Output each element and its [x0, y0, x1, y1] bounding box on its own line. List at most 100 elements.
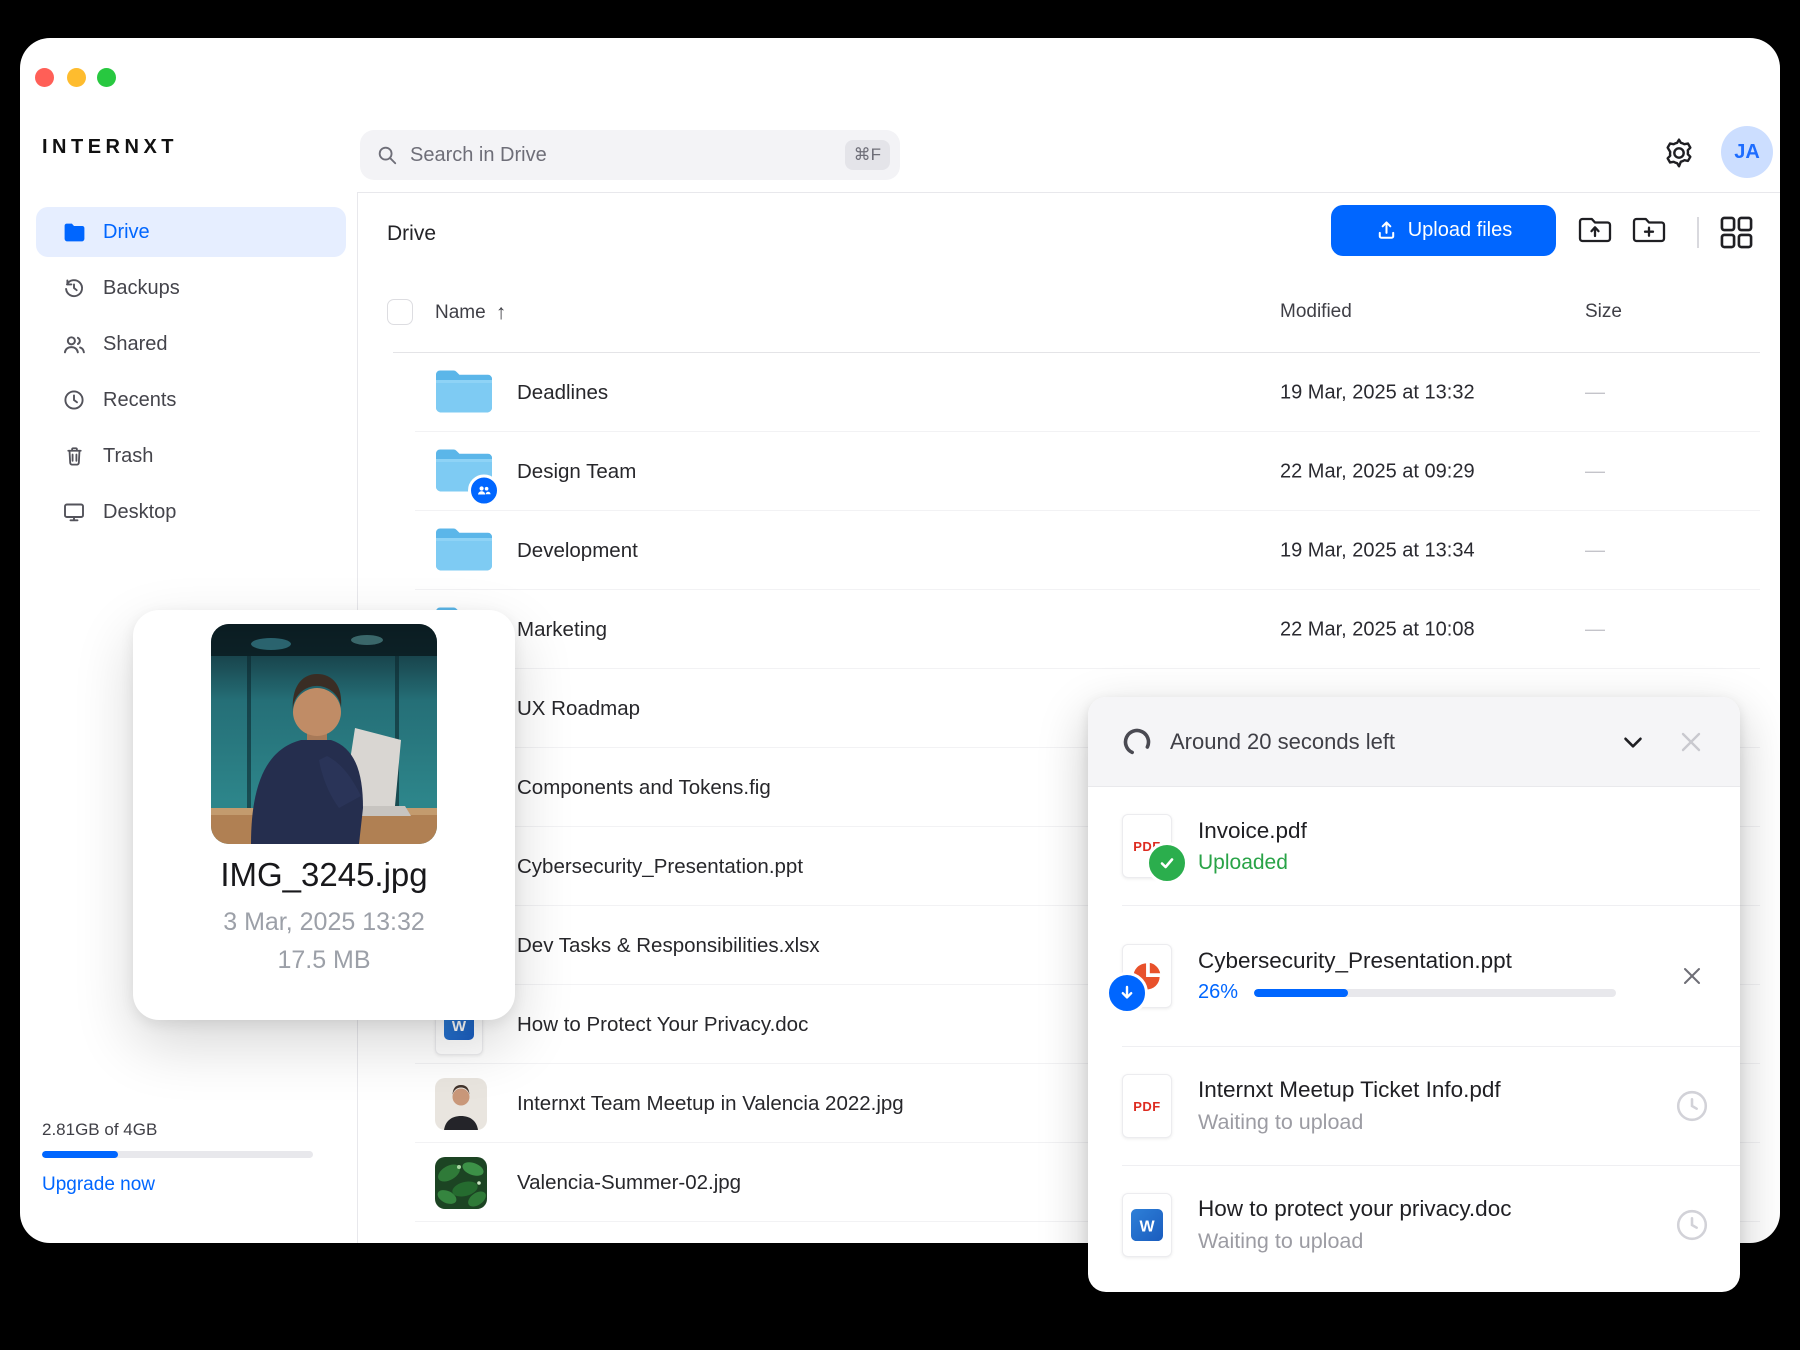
- svg-text:W: W: [1139, 1218, 1155, 1235]
- topbar-divider: [357, 192, 1780, 193]
- upload-item: W How to protect your privacy.doc Waitin…: [1088, 1166, 1740, 1284]
- table-row[interactable]: Deadlines 19 Mar, 2025 at 13:32 —: [393, 353, 1760, 432]
- upload-icon: [1375, 219, 1398, 242]
- grid-view-icon[interactable]: [1720, 216, 1756, 250]
- search-placeholder: Search in Drive: [410, 144, 845, 167]
- word-file-icon: W: [1122, 1193, 1172, 1257]
- file-size: —: [1585, 460, 1605, 483]
- upload-item-name: Cybersecurity_Presentation.ppt: [1198, 948, 1648, 974]
- uploading-arrow-icon: [1106, 972, 1148, 1014]
- file-name: Dev Tasks & Responsibilities.xlsx: [517, 934, 820, 958]
- file-preview-card: IMG_3245.jpg 3 Mar, 2025 13:32 17.5 MB: [133, 610, 515, 1020]
- upload-item-status: Uploaded: [1198, 851, 1710, 875]
- upload-item-name: Invoice.pdf: [1198, 818, 1710, 844]
- table-row[interactable]: Development 19 Mar, 2025 at 13:34 —: [393, 511, 1760, 590]
- minimize-window-button[interactable]: [67, 68, 86, 87]
- sidebar-item-trash[interactable]: Trash: [36, 431, 346, 481]
- internxt-logo: INTERNXT: [42, 136, 178, 159]
- file-name: Valencia-Summer-02.jpg: [517, 1171, 741, 1195]
- collapse-panel-chevron-icon[interactable]: [1614, 723, 1652, 761]
- upload-files-button[interactable]: Upload files: [1331, 205, 1556, 256]
- table-row[interactable]: Marketing 22 Mar, 2025 at 10:08 —: [393, 590, 1760, 669]
- folder-icon: [61, 219, 87, 245]
- sidebar-item-label: Trash: [103, 445, 153, 468]
- storage-progress-bar: [42, 1151, 313, 1158]
- sidebar-item-label: Drive: [103, 221, 150, 244]
- pdf-file-icon: PDF: [1122, 814, 1172, 878]
- sidebar-item-desktop[interactable]: Desktop: [36, 487, 346, 537]
- sidebar-item-shared[interactable]: Shared: [36, 319, 346, 369]
- select-all-checkbox[interactable]: [387, 299, 413, 325]
- photo-thumbnail: [435, 1078, 487, 1130]
- close-window-button[interactable]: [35, 68, 54, 87]
- sidebar-item-label: Shared: [103, 333, 168, 356]
- storage-usage-label: 2.81GB of 4GB: [42, 1120, 322, 1140]
- file-size: —: [1585, 618, 1605, 641]
- monitor-icon: [61, 499, 87, 525]
- file-name: Marketing: [517, 618, 607, 642]
- search-shortcut-badge: ⌘F: [845, 140, 890, 170]
- cancel-upload-icon[interactable]: [1674, 958, 1710, 994]
- upload-percent: 26%: [1198, 981, 1238, 1004]
- column-header-size[interactable]: Size: [1585, 301, 1622, 323]
- upload-progress-panel: Around 20 seconds left PDF Invoice.pdf U…: [1088, 697, 1740, 1292]
- preview-filesize: 17.5 MB: [133, 946, 515, 975]
- upload-eta-label: Around 20 seconds left: [1170, 729, 1596, 755]
- file-name: Components and Tokens.fig: [517, 776, 771, 800]
- panel-bottom-padding: [1088, 1284, 1740, 1292]
- pdf-file-icon: PDF: [1122, 1074, 1172, 1138]
- page-title: Drive: [387, 222, 436, 246]
- preview-date: 3 Mar, 2025 13:32: [133, 908, 515, 937]
- upload-progress-bar: [1254, 989, 1616, 997]
- upload-item: Cybersecurity_Presentation.ppt 26%: [1088, 906, 1740, 1046]
- ppt-file-icon: [1122, 944, 1172, 1008]
- sidebar-item-label: Backups: [103, 277, 180, 300]
- sidebar-item-label: Desktop: [103, 501, 176, 524]
- table-row[interactable]: Design Team 22 Mar, 2025 at 09:29 —: [393, 432, 1760, 511]
- file-size: —: [1585, 381, 1605, 404]
- sidebar-item-recents[interactable]: Recents: [36, 375, 346, 425]
- waiting-clock-icon: [1674, 1088, 1710, 1124]
- upload-panel-header: Around 20 seconds left: [1088, 697, 1740, 787]
- column-header-modified[interactable]: Modified: [1280, 301, 1352, 323]
- sidebar-item-backups[interactable]: Backups: [36, 263, 346, 313]
- fullscreen-window-button[interactable]: [97, 68, 116, 87]
- file-modified: 22 Mar, 2025 at 10:08: [1280, 618, 1475, 641]
- shared-folder-icon: [435, 446, 493, 497]
- upload-item: PDF Invoice.pdf Uploaded: [1088, 787, 1740, 905]
- column-header-name[interactable]: Name ↑: [435, 301, 506, 325]
- file-name: How to Protect Your Privacy.doc: [517, 1013, 808, 1037]
- search-icon: [376, 144, 398, 166]
- file-name: Cybersecurity_Presentation.ppt: [517, 855, 803, 879]
- shared-badge-icon: [468, 474, 500, 506]
- upload-item-name: Internxt Meetup Ticket Info.pdf: [1198, 1077, 1648, 1103]
- sidebar-item-label: Recents: [103, 389, 176, 412]
- upload-folder-icon[interactable]: [1578, 214, 1614, 248]
- spinner-icon: [1122, 727, 1152, 757]
- storage-widget: 2.81GB of 4GB Upgrade now: [42, 1120, 322, 1196]
- clock-icon: [61, 387, 87, 413]
- file-name: Deadlines: [517, 381, 608, 405]
- file-size: —: [1585, 539, 1605, 562]
- upload-item-status: Waiting to upload: [1198, 1229, 1648, 1254]
- folder-icon: [435, 525, 493, 576]
- sidebar-item-drive[interactable]: Drive: [36, 207, 346, 257]
- preview-filename: IMG_3245.jpg: [133, 856, 515, 894]
- avatar-initials: JA: [1734, 141, 1760, 164]
- new-folder-icon[interactable]: [1632, 214, 1668, 248]
- folder-icon: [435, 367, 493, 418]
- trash-icon: [61, 443, 87, 469]
- settings-gear-icon[interactable]: [1662, 136, 1696, 170]
- close-panel-icon[interactable]: [1670, 721, 1712, 763]
- upgrade-now-link[interactable]: Upgrade now: [42, 1174, 322, 1196]
- avatar[interactable]: JA: [1721, 126, 1773, 178]
- storage-progress-fill: [42, 1151, 118, 1158]
- upload-files-label: Upload files: [1408, 219, 1513, 242]
- file-name: Design Team: [517, 460, 636, 484]
- upload-item-status: Waiting to upload: [1198, 1110, 1648, 1135]
- file-modified: 22 Mar, 2025 at 09:29: [1280, 460, 1475, 483]
- toolbar-divider: [1697, 217, 1699, 248]
- search-input[interactable]: Search in Drive ⌘F: [360, 130, 900, 180]
- file-modified: 19 Mar, 2025 at 13:34: [1280, 539, 1475, 562]
- uploaded-check-icon: [1146, 842, 1188, 884]
